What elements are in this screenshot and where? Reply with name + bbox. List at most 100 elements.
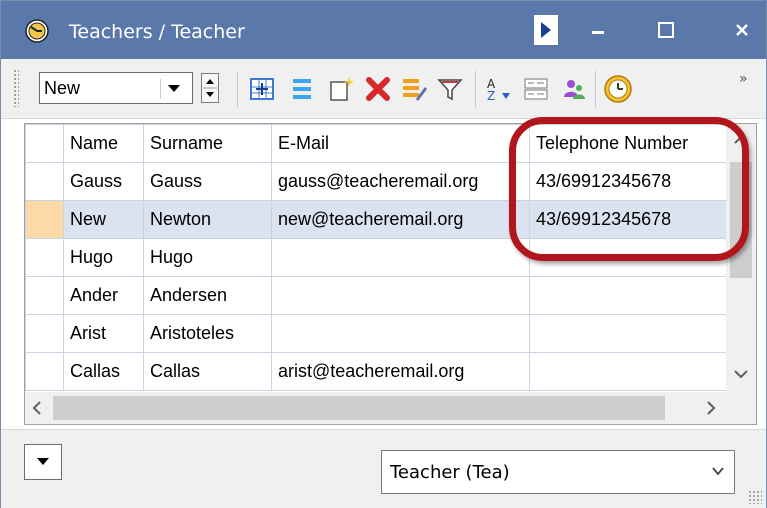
cell-email[interactable]	[271, 238, 530, 277]
filter-button[interactable]	[433, 72, 467, 106]
row-indicator[interactable]	[25, 238, 64, 277]
grid-view-button[interactable]	[245, 72, 279, 106]
record-combo[interactable]: New	[39, 72, 193, 104]
cell-surname[interactable]: Andersen	[143, 276, 272, 315]
cell-name[interactable]: New	[63, 200, 144, 239]
sort-az-icon: A Z	[487, 77, 510, 103]
record-spinner[interactable]	[201, 73, 219, 103]
row-indicator[interactable]	[25, 352, 64, 391]
horizontal-scroll-thumb[interactable]	[53, 396, 665, 420]
scroll-right-icon[interactable]	[701, 392, 721, 424]
delete-record-button[interactable]	[361, 72, 395, 106]
column-layout-button[interactable]	[519, 72, 553, 106]
column-layout-icon	[524, 78, 548, 100]
resize-grip[interactable]	[748, 490, 762, 504]
close-icon	[736, 24, 748, 36]
type-select-value: Teacher (Tea)	[390, 462, 510, 483]
cell-surname[interactable]: Newton	[143, 200, 272, 239]
column-header-name[interactable]: Name	[63, 124, 144, 163]
column-header-email[interactable]: E-Mail	[271, 124, 530, 163]
delete-icon	[366, 77, 390, 101]
table-header-row: Name Surname E-Mail Telephone Number	[25, 124, 729, 163]
row-indicator[interactable]	[25, 276, 64, 315]
clock-icon	[604, 75, 632, 103]
column-header-telephone[interactable]: Telephone Number	[529, 124, 729, 163]
cell-name[interactable]: Arist	[63, 314, 144, 353]
toolbar-overflow-button[interactable]: »	[739, 71, 748, 87]
clock-app-icon	[25, 19, 49, 43]
vertical-scroll-thumb[interactable]	[730, 162, 752, 278]
chevron-down-icon	[167, 85, 180, 92]
list-view-icon	[293, 79, 311, 99]
cell-email[interactable]	[271, 276, 530, 315]
maximize-button[interactable]	[643, 1, 689, 59]
scroll-down-icon[interactable]	[726, 364, 756, 384]
teacher-table: Name Surname E-Mail Telephone Number Gau…	[25, 124, 729, 391]
cell-surname[interactable]: Aristoteles	[143, 314, 272, 353]
column-header-surname[interactable]: Surname	[143, 124, 272, 163]
row-indicator[interactable]	[25, 314, 64, 353]
vertical-scrollbar[interactable]	[726, 124, 756, 392]
cell-email[interactable]: arist@teacheremail.org	[271, 352, 530, 391]
cell-telephone[interactable]	[529, 276, 729, 315]
table-row[interactable]: Hugo Hugo	[25, 238, 729, 277]
cell-telephone[interactable]	[529, 314, 729, 353]
minimize-button[interactable]	[575, 1, 621, 59]
record-combo-value: New	[44, 78, 81, 98]
list-edit-icon	[403, 79, 427, 101]
cell-surname[interactable]: Gauss	[143, 162, 272, 201]
table-row[interactable]: Ander Andersen	[25, 276, 729, 315]
cell-email[interactable]: new@teacheremail.org	[271, 200, 530, 239]
cell-surname[interactable]: Hugo	[143, 238, 272, 277]
cell-telephone[interactable]	[529, 238, 729, 277]
toolbar-grip[interactable]	[13, 69, 19, 107]
combo-dropdown-button[interactable]	[160, 79, 186, 99]
cell-name[interactable]: Hugo	[63, 238, 144, 277]
cell-surname[interactable]: Callas	[143, 352, 272, 391]
new-record-button[interactable]	[325, 72, 359, 106]
cell-name[interactable]: Callas	[63, 352, 144, 391]
scrollbar-corner	[726, 392, 756, 424]
scroll-left-icon[interactable]	[27, 392, 47, 424]
sort-button[interactable]: A Z	[481, 72, 515, 106]
cell-telephone[interactable]	[529, 352, 729, 391]
row-indicator[interactable]	[25, 200, 64, 239]
chevron-down-icon	[712, 467, 724, 476]
row-indicator-header	[25, 124, 64, 163]
title-bar[interactable]: Teachers / Teacher	[1, 1, 766, 59]
type-select[interactable]: Teacher (Tea)	[381, 450, 735, 494]
cell-telephone[interactable]: 43/69912345678	[529, 162, 729, 201]
toolbar: New A Z »	[1, 59, 766, 119]
cell-email[interactable]	[271, 314, 530, 353]
svg-text:Z: Z	[487, 89, 495, 103]
list-view-button[interactable]	[285, 72, 319, 106]
filter-icon	[437, 79, 463, 101]
play-icon	[541, 22, 551, 38]
edit-list-button[interactable]	[397, 72, 431, 106]
cell-telephone[interactable]: 43/69912345678	[529, 200, 729, 239]
bottom-dropdown-button[interactable]	[24, 444, 62, 480]
table-row[interactable]: Arist Aristoteles	[25, 314, 729, 353]
cell-name[interactable]: Ander	[63, 276, 144, 315]
new-document-icon	[330, 77, 354, 101]
bottom-bar: Teacher (Tea)	[1, 429, 766, 508]
horizontal-scrollbar[interactable]	[25, 392, 726, 424]
toolbar-separator	[595, 71, 596, 107]
users-button[interactable]	[557, 72, 591, 106]
teacher-window: Teachers / Teacher New A Z » Name Surnam…	[0, 0, 767, 508]
table-row[interactable]: Callas Callas arist@teacheremail.org	[25, 352, 729, 391]
close-button[interactable]	[719, 1, 765, 59]
window-title: Teachers / Teacher	[69, 21, 245, 43]
minimize-icon	[592, 31, 604, 34]
time-button[interactable]	[601, 72, 635, 106]
table-row-selected[interactable]: New Newton new@teacheremail.org 43/69912…	[25, 200, 729, 239]
table-row[interactable]: Gauss Gauss gauss@teacheremail.org 43/69…	[25, 162, 729, 201]
scroll-up-icon[interactable]	[726, 130, 756, 150]
teacher-grid: Name Surname E-Mail Telephone Number Gau…	[24, 123, 757, 425]
play-button[interactable]	[523, 1, 569, 59]
grid-view-icon	[250, 78, 274, 100]
row-indicator[interactable]	[25, 162, 64, 201]
maximize-icon	[658, 22, 674, 38]
cell-email[interactable]: gauss@teacheremail.org	[271, 162, 530, 201]
cell-name[interactable]: Gauss	[63, 162, 144, 201]
